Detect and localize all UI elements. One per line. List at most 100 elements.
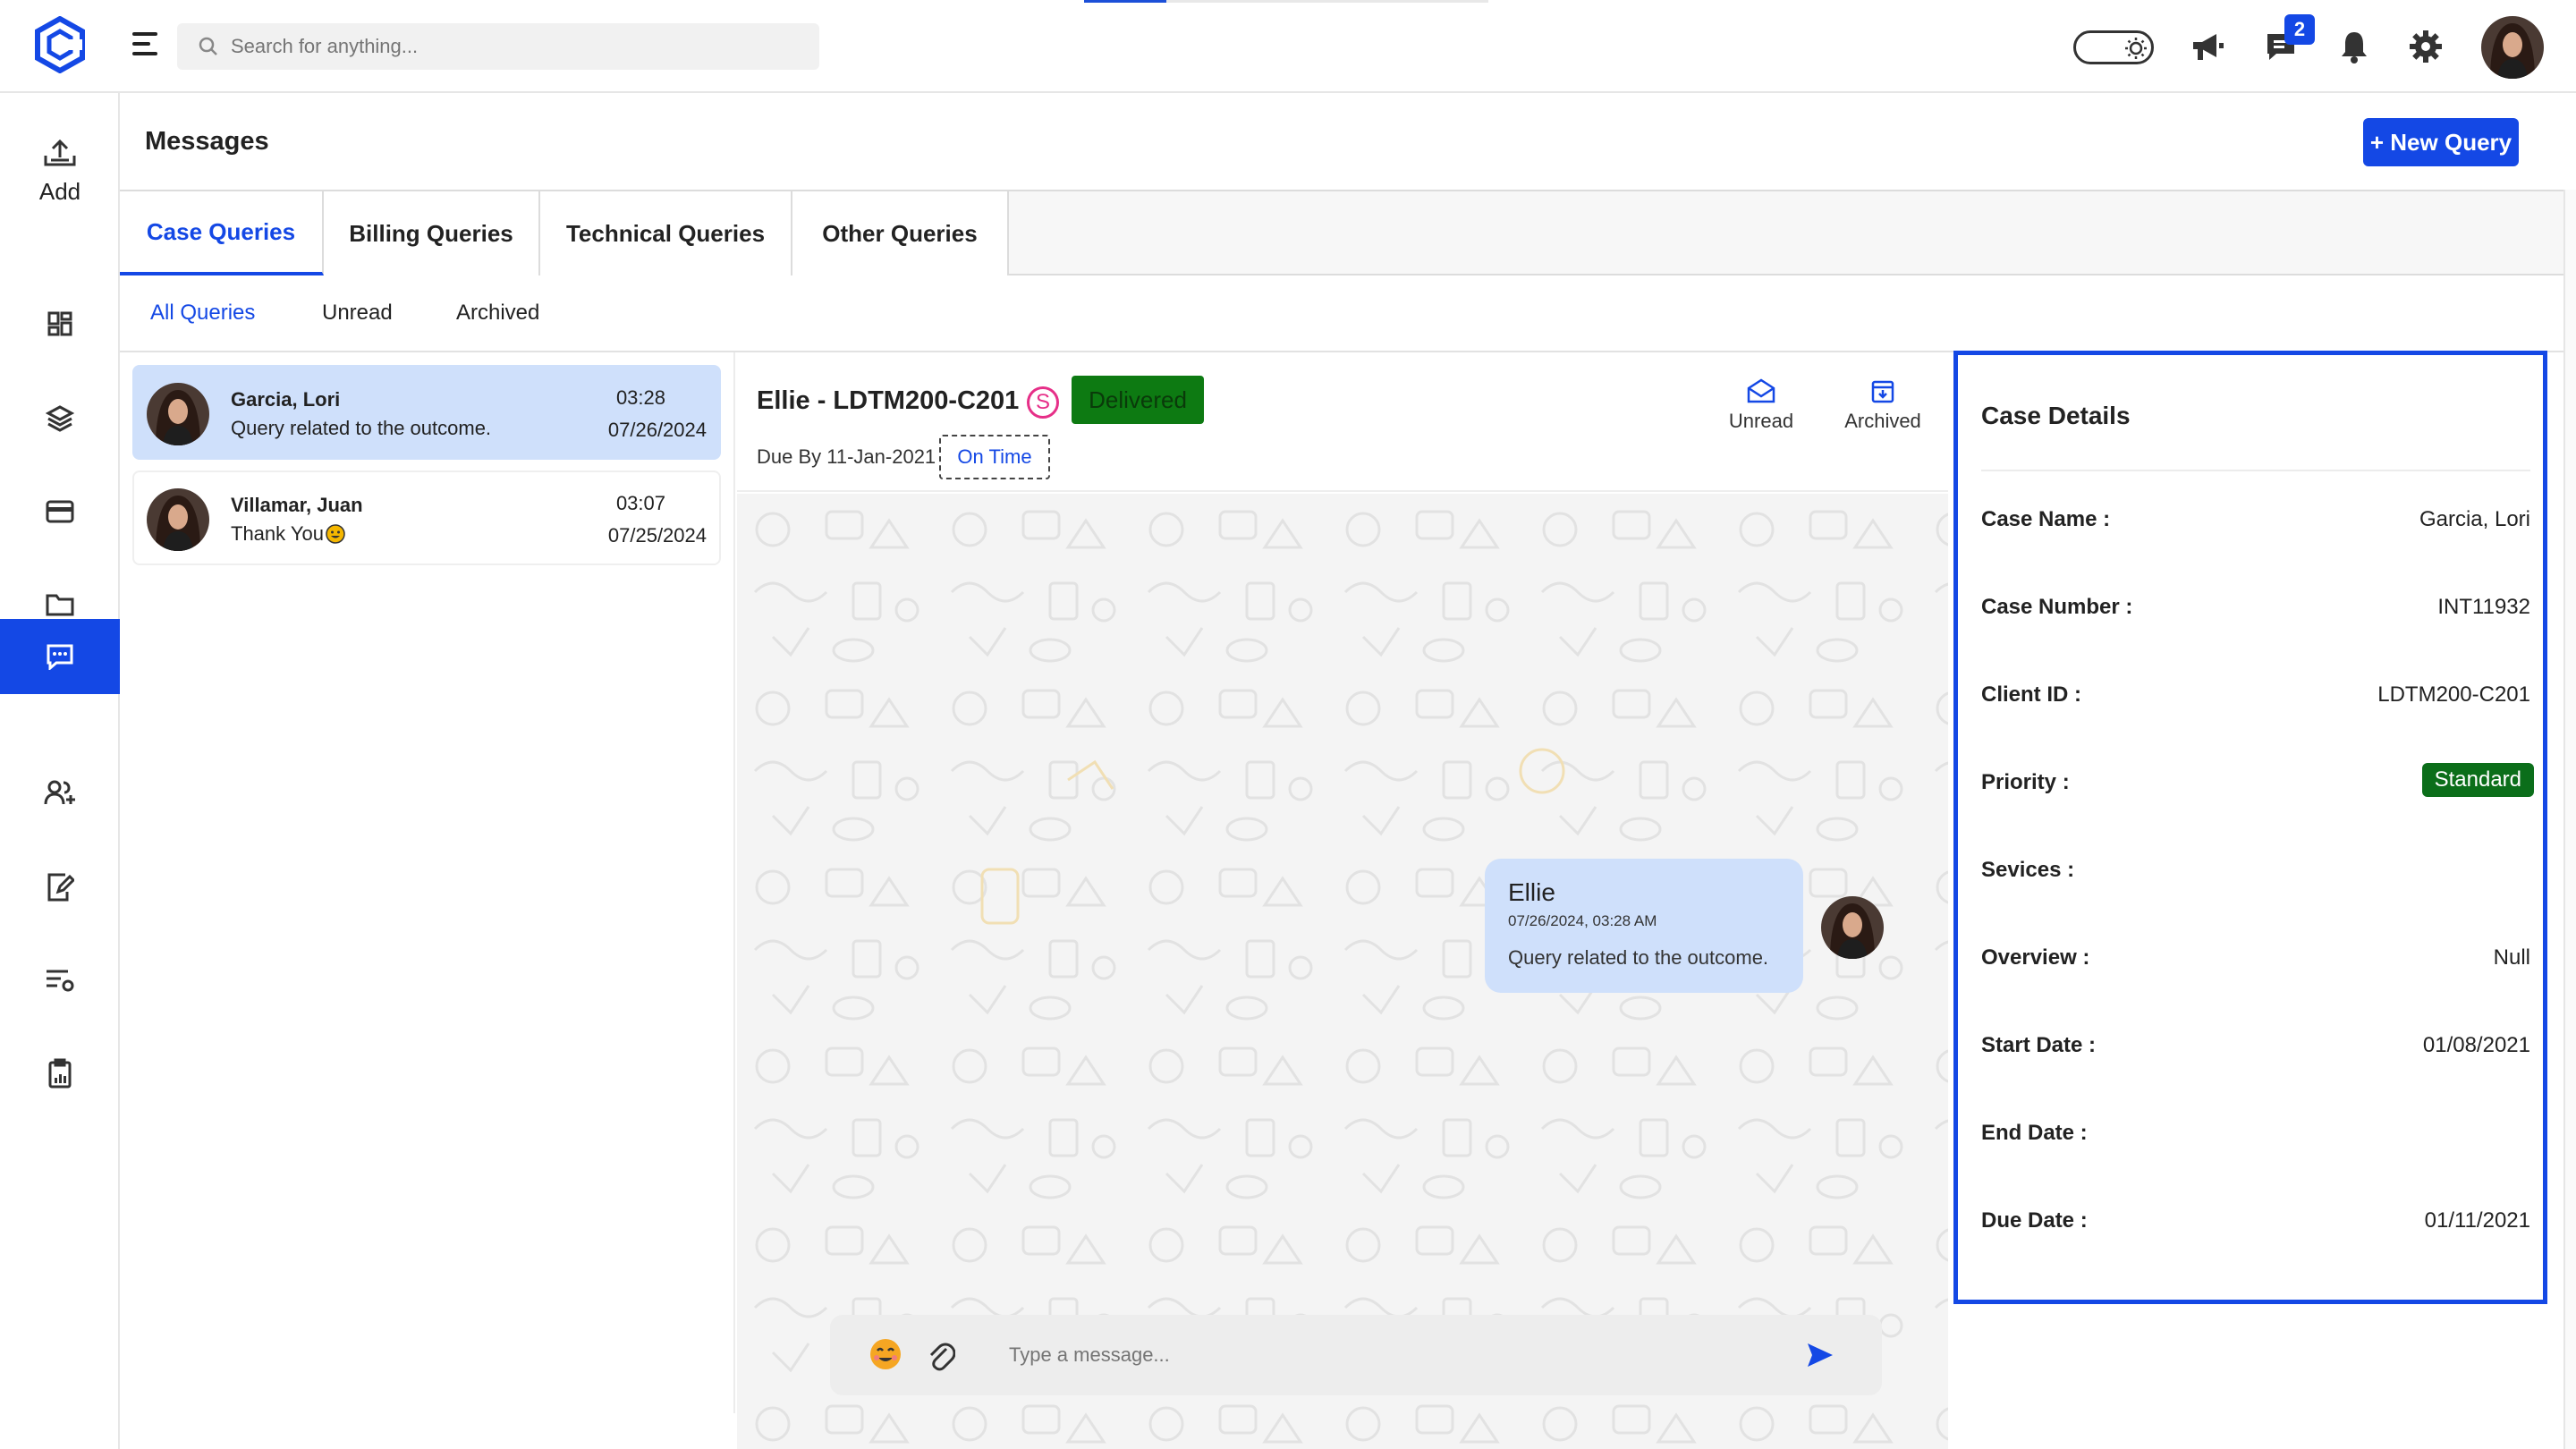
detail-row-case-name: Case Name : Garcia, Lori	[1981, 498, 2530, 543]
sidebar-item-settings-list[interactable]	[0, 943, 120, 1018]
detail-value: Garcia, Lori	[2419, 507, 2530, 531]
app-root: 2 Add	[0, 0, 2576, 1449]
conversation-preview-text: Thank You	[231, 522, 324, 545]
folder-icon	[46, 594, 74, 616]
announcement-icon[interactable]	[2188, 27, 2227, 66]
sun-icon	[2125, 38, 2147, 59]
emoji-picker-icon[interactable]	[868, 1336, 903, 1372]
message-timestamp: 07/26/2024, 03:28 AM	[1508, 912, 1657, 929]
user-avatar[interactable]	[2481, 16, 2544, 79]
gear-icon[interactable]	[2406, 27, 2445, 66]
detail-row-services: Sevices :	[1981, 849, 2530, 894]
list-item[interactable]: Villamar, Juan Thank You 03:07 07/25/202…	[132, 470, 721, 565]
subtab-all-queries[interactable]: All Queries	[150, 301, 255, 326]
message-sender: Ellie	[1508, 878, 1555, 906]
smiley-emoji-icon	[326, 524, 345, 544]
bell-icon[interactable]	[2334, 27, 2374, 66]
case-details-panel: Case Details Case Name : Garcia, Lori Ca…	[1953, 351, 2547, 1304]
archive-button[interactable]: Archived	[1834, 377, 1932, 433]
edit-doc-icon	[47, 873, 74, 902]
attach-icon[interactable]	[925, 1338, 956, 1372]
detail-value: 01/08/2021	[2422, 1033, 2530, 1057]
detail-row-start-date: Start Date : 01/08/2021	[1981, 1024, 2530, 1069]
logo-icon[interactable]	[34, 15, 86, 74]
subtab-unread[interactable]: Unread	[322, 301, 393, 326]
page-title: Messages	[145, 127, 269, 156]
detail-label: Case Name :	[1981, 507, 2111, 531]
detail-row-overview: Overview : Null	[1981, 936, 2530, 981]
chat-body: Ellie 07/26/2024, 03:28 AM Query related…	[737, 494, 1948, 1449]
conversation-time: 03:07	[615, 492, 665, 514]
add-button[interactable]: Add	[0, 138, 120, 209]
chat-count-badge: 2	[2284, 14, 2315, 45]
filter-subtabs: All Queries Unread Archived	[120, 277, 2565, 352]
conversation-name: Garcia, Lori	[231, 388, 341, 411]
top-bar: 2	[0, 0, 2576, 93]
tab-case-queries[interactable]: Case Queries	[120, 191, 324, 275]
detail-label: End Date :	[1981, 1121, 2088, 1145]
search-bar[interactable]	[177, 23, 819, 70]
send-icon[interactable]	[1805, 1340, 1835, 1370]
message-composer	[830, 1315, 1882, 1395]
search-icon	[199, 37, 217, 55]
dashboard-icon	[47, 311, 72, 336]
conversation-preview: Query related to the outcome.	[231, 417, 492, 439]
message-bubble: Ellie 07/26/2024, 03:28 AM Query related…	[1485, 859, 1803, 993]
tab-other-queries[interactable]: Other Queries	[792, 191, 1009, 275]
detail-label: Case Number :	[1981, 595, 2133, 619]
detail-value: Null	[2493, 945, 2530, 970]
sidebar-item-users[interactable]	[0, 755, 120, 830]
detail-row-due-date: Due Date : 01/11/2021	[1981, 1199, 2530, 1244]
detail-value: 01/11/2021	[2424, 1208, 2530, 1233]
sidebar-item-edit-docs[interactable]	[0, 850, 120, 925]
delivered-badge: Delivered	[1072, 376, 1204, 424]
detail-value: INT11932	[2437, 595, 2530, 619]
tab-billing-queries[interactable]: Billing Queries	[324, 191, 540, 275]
message-text: Query related to the outcome.	[1508, 946, 1769, 969]
clipboard-icon	[48, 1058, 72, 1089]
messages-icon	[47, 644, 73, 670]
menu-toggle-icon[interactable]	[132, 32, 161, 59]
theme-toggle[interactable]	[2073, 30, 2154, 64]
detail-label: Start Date :	[1981, 1033, 2097, 1057]
sidebar-item-dashboard[interactable]	[0, 286, 120, 361]
avatar	[147, 488, 209, 551]
envelope-open-icon	[1747, 378, 1775, 403]
conversation-date: 07/26/2024	[607, 419, 707, 441]
tab-technical-queries[interactable]: Technical Queries	[540, 191, 792, 275]
detail-label: Due Date :	[1981, 1208, 2088, 1233]
detail-label: Priority :	[1981, 770, 2070, 794]
on-time-badge: On Time	[939, 435, 1050, 479]
due-by-text: Due By 11-Jan-2021	[757, 445, 936, 468]
list-item[interactable]: Garcia, Lori Query related to the outcom…	[132, 365, 721, 460]
new-query-button[interactable]: + New Query	[2363, 118, 2519, 166]
settings-list-icon	[47, 970, 74, 992]
detail-label: Overview :	[1981, 945, 2090, 970]
chat-header: Ellie - LDTM200-C201 S Delivered Due By …	[737, 354, 1948, 492]
divider	[1981, 470, 2530, 471]
message-input[interactable]	[1009, 1340, 1724, 1370]
query-tabs: Case Queries Billing Queries Technical Q…	[120, 190, 2565, 275]
unread-label: Unread	[1728, 410, 1794, 432]
layers-icon	[46, 405, 74, 432]
sidebar-item-billing[interactable]	[0, 474, 120, 549]
detail-label: Sevices :	[1981, 858, 2075, 882]
avatar	[1821, 896, 1884, 959]
detail-row-priority: Priority : Standard	[1981, 761, 2534, 806]
sidebar-item-reports[interactable]	[0, 1036, 120, 1111]
conversation-preview: Thank You	[231, 522, 345, 546]
subtab-archived[interactable]: Archived	[456, 301, 539, 326]
avatar	[147, 383, 209, 445]
sidebar-item-layers[interactable]	[0, 381, 120, 456]
mark-unread-button[interactable]: Unread	[1712, 377, 1810, 433]
page-scrollbar[interactable]	[2563, 190, 2576, 1449]
conversation-list: Garcia, Lori Query related to the outcom…	[122, 352, 735, 1413]
sidebar-item-messages[interactable]	[0, 619, 120, 694]
search-input[interactable]	[231, 35, 767, 58]
chat-title: Ellie - LDTM200-C201	[757, 386, 1020, 415]
conversation-date: 07/25/2024	[607, 524, 707, 547]
s-status-badge: S	[1027, 386, 1059, 419]
detail-label: Client ID :	[1981, 682, 2081, 707]
archived-label: Archived	[1844, 410, 1921, 432]
detail-row-client-id: Client ID : LDTM200-C201	[1981, 674, 2530, 718]
